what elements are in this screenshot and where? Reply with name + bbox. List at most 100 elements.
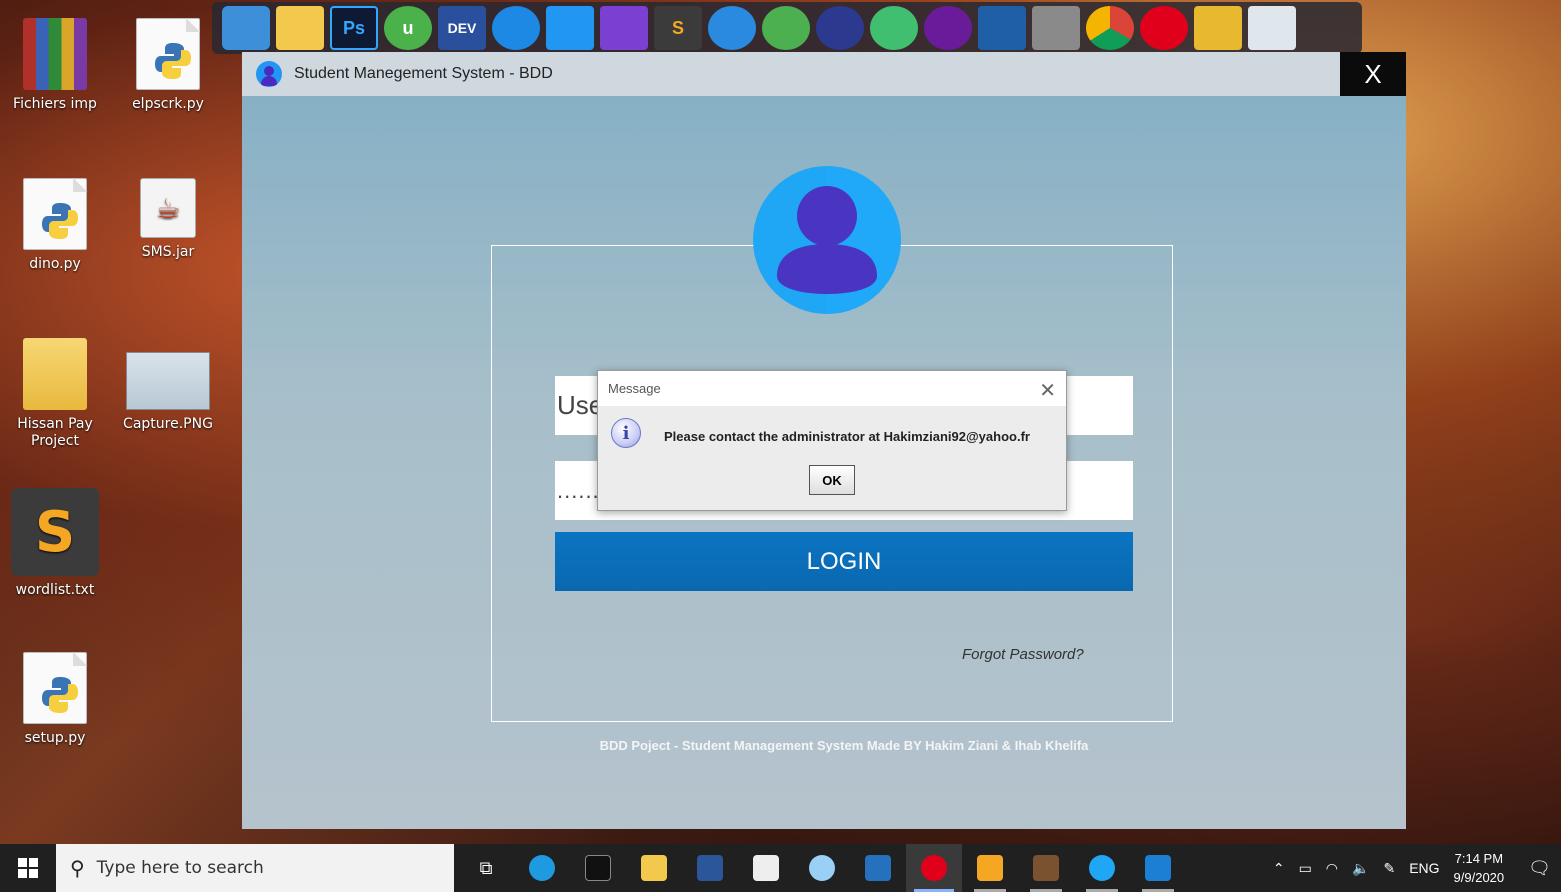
notifications-icon[interactable]: 🗨 (1528, 858, 1551, 879)
taskbar-powershell[interactable] (850, 844, 906, 892)
language-indicator[interactable]: ENG (1409, 860, 1439, 876)
java-jar-icon: ☕ (140, 178, 196, 238)
file-explorer-icon (641, 855, 667, 881)
search-placeholder: Type here to search (96, 858, 264, 878)
close-icon[interactable]: ✕ (1039, 378, 1056, 403)
app-icon[interactable] (816, 6, 864, 50)
utorrent-icon[interactable]: u (384, 6, 432, 50)
paint-icon (809, 855, 835, 881)
clock-time: 7:14 PM (1454, 851, 1504, 866)
sublime-icon[interactable]: S (654, 6, 702, 50)
clock[interactable]: 7:14 PM 9/9/2020 (1454, 849, 1505, 887)
task-view-button[interactable]: ⧉ (458, 844, 514, 892)
desktop-icon-label: Capture.PNG (123, 416, 213, 432)
forgot-password-link[interactable]: Forgot Password? (962, 646, 1084, 663)
taskbar-sublime[interactable] (962, 844, 1018, 892)
start-button[interactable] (0, 844, 56, 892)
taskbar-edge[interactable] (514, 844, 570, 892)
taskbar-java-app[interactable] (1074, 844, 1130, 892)
message-dialog: Message ✕ i Please contact the administr… (597, 370, 1067, 511)
desktop-icon-label: setup.py (24, 730, 86, 746)
terminal-icon (585, 855, 611, 881)
photoshop-icon[interactable]: Ps (330, 6, 378, 50)
info-icon: i (611, 418, 641, 448)
chrome-icon[interactable] (1086, 6, 1134, 50)
dialog-title-bar[interactable]: Message (598, 371, 1066, 406)
desktop-icon-elpscrk[interactable]: elpscrk.py (118, 18, 218, 113)
clock-date: 9/9/2020 (1453, 870, 1505, 885)
taskbar-word[interactable] (682, 844, 738, 892)
dialog-message: Please contact the administrator at Haki… (664, 429, 1030, 444)
python-file-icon (23, 178, 87, 250)
dialog-title: Message (608, 381, 661, 396)
desktop-icon-sms-jar[interactable]: ☕ SMS.jar (118, 178, 218, 261)
folder-icon (23, 338, 87, 410)
virtualbox-icon[interactable] (978, 6, 1026, 50)
desktop-icon-capture-png[interactable]: Capture.PNG (118, 352, 218, 433)
pen-icon[interactable]: ✎ (1383, 860, 1395, 877)
app-user-icon (256, 61, 282, 87)
desktop-icon-setup[interactable]: setup.py (5, 652, 105, 747)
close-button[interactable]: X (1340, 52, 1406, 96)
taskbar-paint[interactable] (794, 844, 850, 892)
taskbar-opera[interactable] (906, 844, 962, 892)
login-button[interactable]: LOGIN (555, 532, 1133, 591)
atom-icon[interactable] (870, 6, 918, 50)
image-file-icon (126, 352, 210, 410)
android-studio-icon[interactable] (762, 6, 810, 50)
top-dock: Ps u DEV S (212, 2, 1362, 54)
windows-logo-icon (18, 858, 38, 878)
tools-icon[interactable] (1194, 6, 1242, 50)
desktop-icon-hissan-pay[interactable]: Hissan Pay Project (5, 338, 105, 450)
system-tray: ⌃ ▭ ◠ 🔈 ✎ ENG 7:14 PM 9/9/2020 🗨 (1273, 849, 1561, 887)
opera-icon[interactable] (1140, 6, 1188, 50)
wifi-icon[interactable]: ◠ (1326, 860, 1338, 877)
taskbar-store[interactable] (738, 844, 794, 892)
visual-studio-icon[interactable] (600, 6, 648, 50)
python-file-icon (136, 18, 200, 90)
store-icon (753, 855, 779, 881)
desktop-icon-label: wordlist.txt (15, 582, 95, 598)
battery-icon[interactable]: ▭ (1299, 860, 1312, 877)
archive-folder-icon (23, 18, 87, 90)
user-avatar-icon (753, 166, 901, 314)
task-view-icon: ⧉ (479, 857, 493, 878)
app-icon[interactable] (492, 6, 540, 50)
user-avatar-icon (1089, 855, 1115, 881)
volume-icon[interactable]: 🔈 (1352, 860, 1369, 877)
taskbar-terminal[interactable] (570, 844, 626, 892)
opera-icon (921, 855, 947, 881)
vscode-icon[interactable] (546, 6, 594, 50)
taskbar-search[interactable]: ⚲ Type here to search (56, 844, 454, 892)
taskbar-photos[interactable] (1130, 844, 1186, 892)
chevron-up-icon[interactable]: ⌃ (1273, 860, 1285, 877)
desktop-icon-label: SMS.jar (141, 244, 195, 260)
computer-icon[interactable] (222, 6, 270, 50)
ok-button[interactable]: OK (809, 465, 855, 495)
title-bar[interactable]: Student Manegement System - BDD X (242, 52, 1406, 96)
window-title: Student Manegement System - BDD (294, 65, 553, 82)
desktop-icon-label: Hissan Pay Project (17, 416, 93, 449)
recycle-bin-icon[interactable] (1248, 6, 1296, 50)
word-icon (697, 855, 723, 881)
sublime-icon (977, 855, 1003, 881)
taskbar-explorer[interactable] (626, 844, 682, 892)
downloads-folder-icon[interactable] (276, 6, 324, 50)
edge-icon (529, 855, 555, 881)
devcpp-icon[interactable]: DEV (438, 6, 486, 50)
desktop-icon-label: dino.py (29, 256, 81, 272)
taskbar-app[interactable] (1018, 844, 1074, 892)
footer-credits: BDD Poject - Student Management System M… (599, 738, 1089, 753)
desktop-icon-wordlist[interactable]: S wordlist.txt (5, 488, 105, 599)
python-file-icon (23, 652, 87, 724)
search-icon: ⚲ (70, 856, 85, 880)
desktop-icon-dino[interactable]: dino.py (5, 178, 105, 273)
lightning-icon[interactable] (708, 6, 756, 50)
desktop-icon-fichiers-imp[interactable]: Fichiers imp (5, 18, 105, 113)
app-icon (1033, 855, 1059, 881)
tools-icon[interactable] (1032, 6, 1080, 50)
desktop-icon-label: Fichiers imp (13, 96, 97, 112)
app-icon[interactable] (924, 6, 972, 50)
powershell-icon (865, 855, 891, 881)
desktop-icon-label: elpscrk.py (132, 96, 204, 112)
